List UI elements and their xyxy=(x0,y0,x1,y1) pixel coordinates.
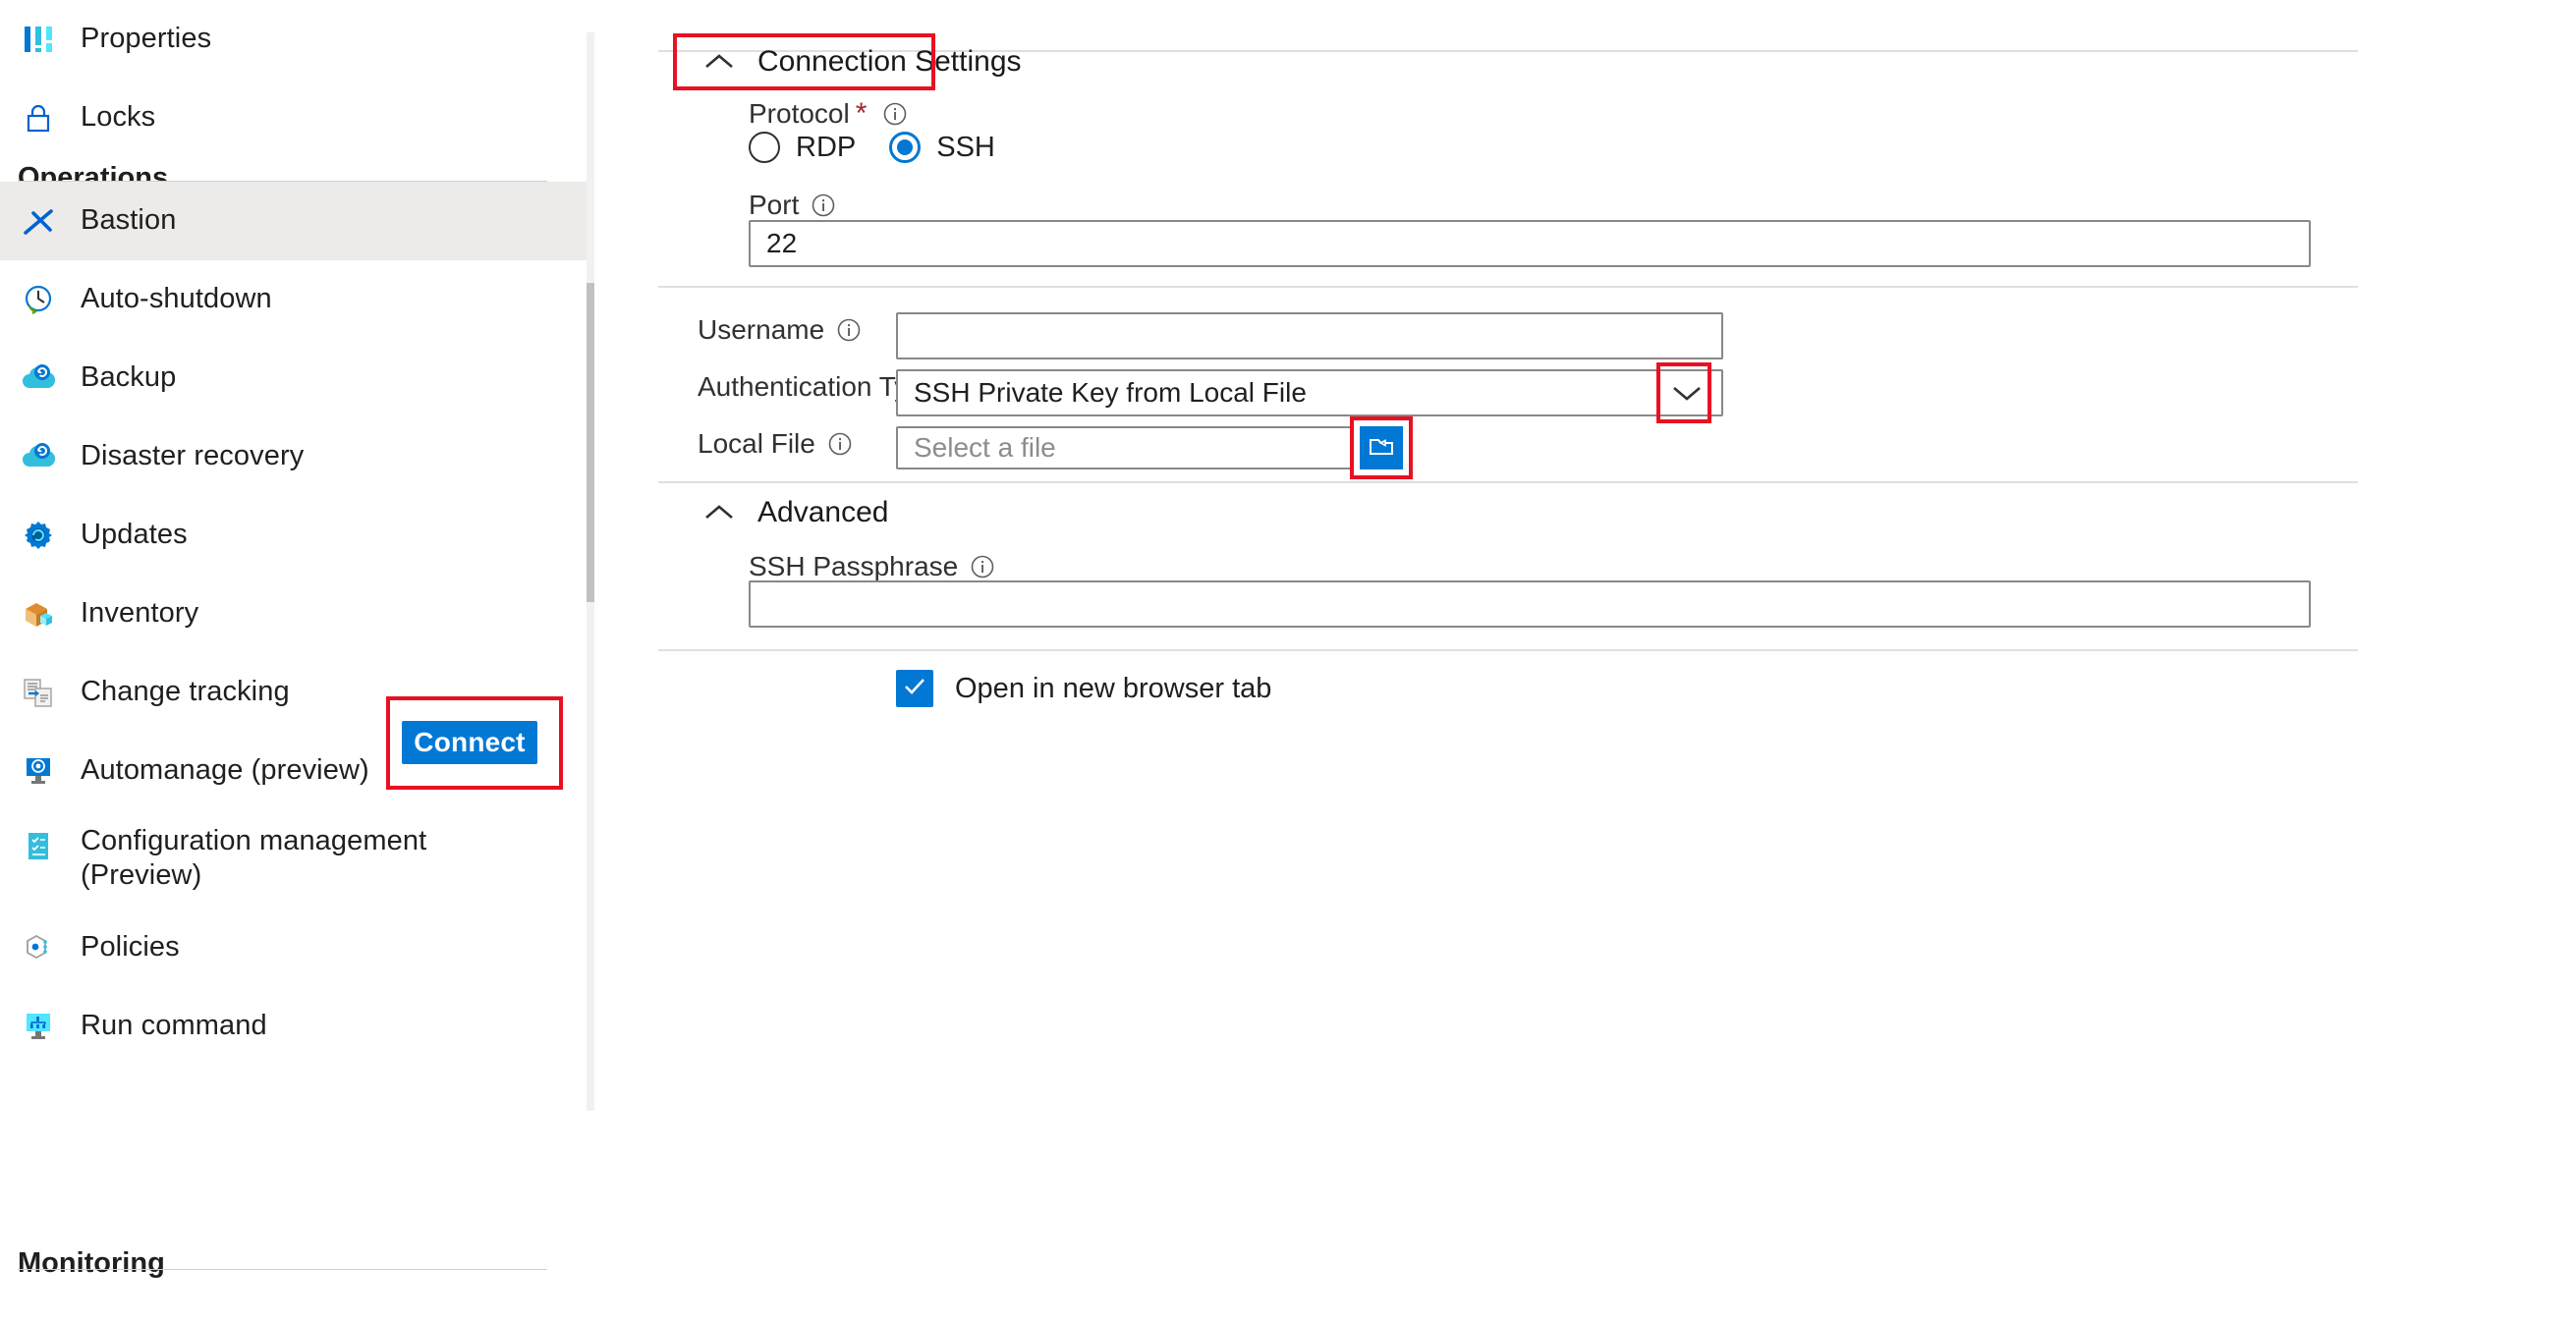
sidebar-item-label: Auto-shutdown xyxy=(81,283,272,315)
checkmark-icon xyxy=(903,677,926,701)
sidebar-item-run-command[interactable]: Run command xyxy=(0,987,594,1066)
protocol-option-ssh[interactable]: SSH xyxy=(889,132,995,164)
sidebar-item-label: Policies xyxy=(81,931,180,964)
open-in-new-browser-tab-checkbox[interactable]: Open in new browser tab xyxy=(896,669,1271,708)
sidebar-item-label: Backup xyxy=(81,361,177,394)
info-icon[interactable] xyxy=(882,101,908,127)
sidebar-item-bastion[interactable]: Bastion xyxy=(0,182,594,260)
local-file-label-text: Local File xyxy=(698,428,815,459)
protocol-radio-group: RDP SSH xyxy=(749,126,1029,169)
sidebar-item-backup[interactable]: Backup xyxy=(0,339,594,417)
sidebar-divider xyxy=(18,1269,547,1270)
sidebar-item-label: Change tracking xyxy=(81,676,290,708)
protocol-option-rdp[interactable]: RDP xyxy=(749,132,856,164)
sidebar-item-auto-shutdown[interactable]: Auto-shutdown xyxy=(0,260,594,339)
sidebar-item-properties[interactable]: Properties xyxy=(0,0,594,79)
bastion-icon xyxy=(18,200,59,242)
local-file-input[interactable] xyxy=(896,426,1353,469)
sidebar-item-label: Configuration management (Preview) xyxy=(81,825,427,892)
info-icon[interactable] xyxy=(811,193,836,218)
required-marker: * xyxy=(855,97,868,130)
cloud-backup-icon xyxy=(18,358,59,399)
sidebar-item-policies[interactable]: Policies xyxy=(0,909,594,987)
section-divider-credentials xyxy=(658,286,2358,288)
footer-divider xyxy=(658,649,2358,651)
sidebar-item-configuration-management[interactable]: Configuration management (Preview) xyxy=(0,810,594,897)
port-label-text: Port xyxy=(749,190,800,220)
local-file-label: Local File xyxy=(698,428,853,460)
ssh-passphrase-label: SSH Passphrase xyxy=(749,551,995,582)
chevron-up-icon xyxy=(702,45,736,79)
left-navigation-sidebar: Properties Locks Operations Bastion Auto… xyxy=(0,0,594,1323)
cloud-recovery-icon xyxy=(18,436,59,477)
sidebar-item-disaster-recovery[interactable]: Disaster recovery xyxy=(0,417,594,496)
protocol-option-label: SSH xyxy=(936,131,995,163)
sidebar-item-label: Updates xyxy=(81,519,188,551)
ssh-passphrase-input[interactable] xyxy=(749,580,2311,628)
box-inventory-icon xyxy=(18,593,59,634)
username-input[interactable] xyxy=(896,312,1723,359)
radio-circle-rdp[interactable] xyxy=(749,132,780,163)
sidebar-item-label: Inventory xyxy=(81,597,199,630)
connect-button[interactable]: Connect xyxy=(402,721,537,764)
bastion-connection-panel: Connection Settings Protocol * RDP SSH P… xyxy=(386,0,2576,1323)
sidebar-item-label: Bastion xyxy=(81,204,177,237)
info-icon[interactable] xyxy=(970,554,995,579)
gear-updates-icon xyxy=(18,515,59,556)
chevron-down-icon[interactable] xyxy=(1652,371,1721,414)
section-divider-advanced xyxy=(658,481,2358,483)
clock-icon xyxy=(18,279,59,320)
sidebar-item-updates[interactable]: Updates xyxy=(0,496,594,575)
advanced-title: Advanced xyxy=(757,496,889,528)
open-folder-icon xyxy=(1368,434,1395,463)
sidebar-item-label: Automanage (preview) xyxy=(81,754,369,787)
sidebar-item-inventory[interactable]: Inventory xyxy=(0,575,594,653)
checkbox-box[interactable] xyxy=(896,670,933,707)
info-icon[interactable] xyxy=(836,317,862,343)
automanage-icon xyxy=(18,750,59,792)
scroll-up-arrow-icon[interactable] xyxy=(587,32,594,62)
port-input[interactable] xyxy=(749,220,2311,267)
username-label-text: Username xyxy=(698,314,825,345)
info-icon[interactable] xyxy=(827,431,853,457)
connection-settings-title: Connection Settings xyxy=(757,44,1022,78)
config-management-icon xyxy=(18,826,59,867)
protocol-option-label: RDP xyxy=(796,131,857,163)
open-in-new-browser-tab-label: Open in new browser tab xyxy=(955,672,1272,704)
sidebar-item-label: Run command xyxy=(81,1010,267,1042)
connection-settings-header[interactable]: Connection Settings xyxy=(702,39,1022,83)
sidebar-item-change-tracking[interactable]: Change tracking xyxy=(0,653,594,732)
properties-icon xyxy=(18,19,59,60)
sidebar-section-label: Monitoring xyxy=(18,1247,165,1279)
sidebar-scrollbar[interactable] xyxy=(587,32,594,1111)
radio-circle-ssh[interactable] xyxy=(889,132,922,163)
username-label: Username xyxy=(698,314,862,346)
advanced-header[interactable]: Advanced xyxy=(702,493,888,532)
sidebar-scrollbar-thumb[interactable] xyxy=(587,283,594,602)
local-file-browse-button[interactable] xyxy=(1360,426,1403,469)
chevron-up-icon xyxy=(702,496,736,529)
run-command-icon xyxy=(18,1006,59,1047)
change-tracking-icon xyxy=(18,672,59,713)
authentication-type-dropdown[interactable]: SSH Private Key from Local File xyxy=(896,369,1723,416)
policies-icon xyxy=(18,927,59,968)
port-label: Port xyxy=(749,190,836,221)
authentication-type-value: SSH Private Key from Local File xyxy=(914,377,1307,408)
sidebar-item-label: Disaster recovery xyxy=(81,440,305,472)
ssh-passphrase-label-text: SSH Passphrase xyxy=(749,551,959,581)
sidebar-item-label: Properties xyxy=(81,23,212,55)
